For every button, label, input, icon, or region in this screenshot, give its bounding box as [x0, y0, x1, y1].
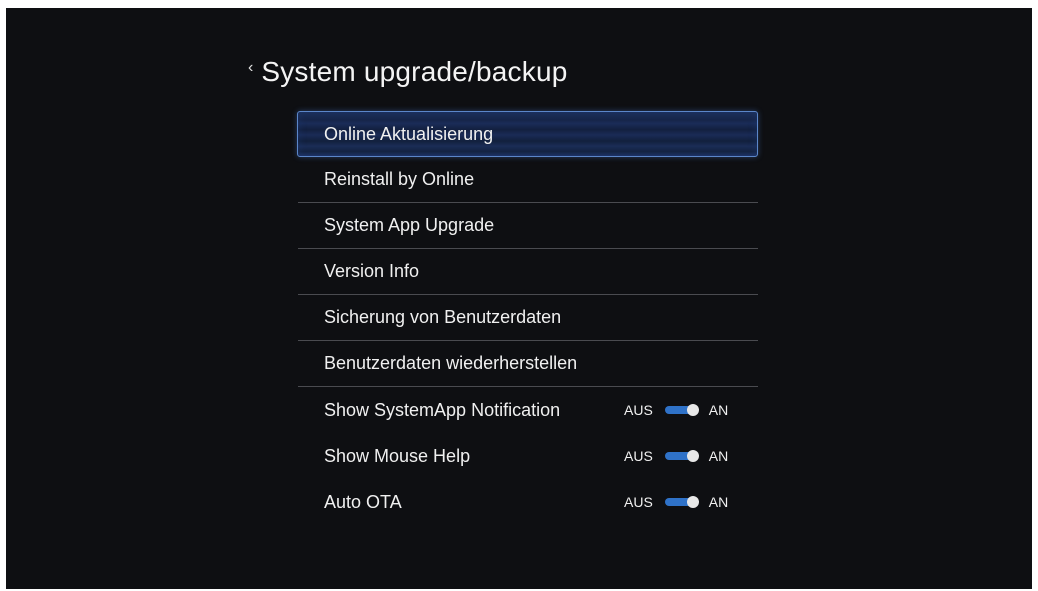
menu-item-backup-user-data[interactable]: Sicherung von Benutzerdaten	[298, 295, 758, 341]
menu-item-label: Benutzerdaten wiederherstellen	[324, 353, 578, 373]
menu-item-label: Sicherung von Benutzerdaten	[324, 307, 562, 327]
toggle-control[interactable]: AUS AN	[624, 402, 728, 418]
toggle-on-label: AN	[708, 402, 729, 418]
toggle-off-label: AUS	[624, 448, 653, 464]
toggle-label: Show Mouse Help	[324, 445, 471, 466]
toggle-off-label: AUS	[624, 494, 653, 510]
page-header: ‹ System upgrade/backup	[248, 56, 568, 88]
toggle-on-label: AN	[708, 494, 729, 510]
back-chevron-icon[interactable]: ‹	[248, 59, 253, 77]
tv-screen: ‹ System upgrade/backup Online Aktualisi…	[6, 8, 1032, 589]
toggle-switch[interactable]	[664, 450, 699, 462]
page-title: System upgrade/backup	[261, 56, 568, 87]
toggle-label: Auto OTA	[324, 491, 402, 512]
menu-item-label: Online Aktualisierung	[324, 123, 494, 144]
toggle-label: Show SystemApp Notification	[324, 399, 561, 420]
menu-item-version-info[interactable]: Version Info	[298, 249, 758, 295]
menu-item-label: Version Info	[324, 261, 420, 281]
toggle-knob	[686, 496, 699, 508]
menu-item-reinstall-online[interactable]: Reinstall by Online	[298, 157, 758, 203]
settings-menu: Online Aktualisierung Reinstall by Onlin…	[297, 111, 758, 525]
menu-item-online-update[interactable]: Online Aktualisierung	[297, 111, 758, 157]
toggle-control[interactable]: AUS AN	[624, 494, 728, 510]
toggle-off-label: AUS	[624, 402, 653, 418]
menu-item-label: System App Upgrade	[324, 215, 495, 235]
toggle-switch[interactable]	[664, 496, 699, 508]
toggle-row-mouse-help[interactable]: Show Mouse Help AUS AN	[298, 433, 758, 479]
toggle-on-label: AN	[708, 448, 729, 464]
toggle-row-auto-ota[interactable]: Auto OTA AUS AN	[298, 479, 758, 525]
menu-item-restore-user-data[interactable]: Benutzerdaten wiederherstellen	[298, 341, 758, 387]
toggle-knob	[686, 404, 699, 416]
menu-item-label: Reinstall by Online	[324, 169, 475, 189]
menu-item-system-app-upgrade[interactable]: System App Upgrade	[298, 203, 758, 249]
toggle-knob	[686, 450, 699, 462]
toggle-control[interactable]: AUS AN	[624, 448, 728, 464]
toggle-row-systemapp-notification[interactable]: Show SystemApp Notification AUS AN	[298, 387, 758, 433]
toggle-switch[interactable]	[664, 404, 699, 416]
